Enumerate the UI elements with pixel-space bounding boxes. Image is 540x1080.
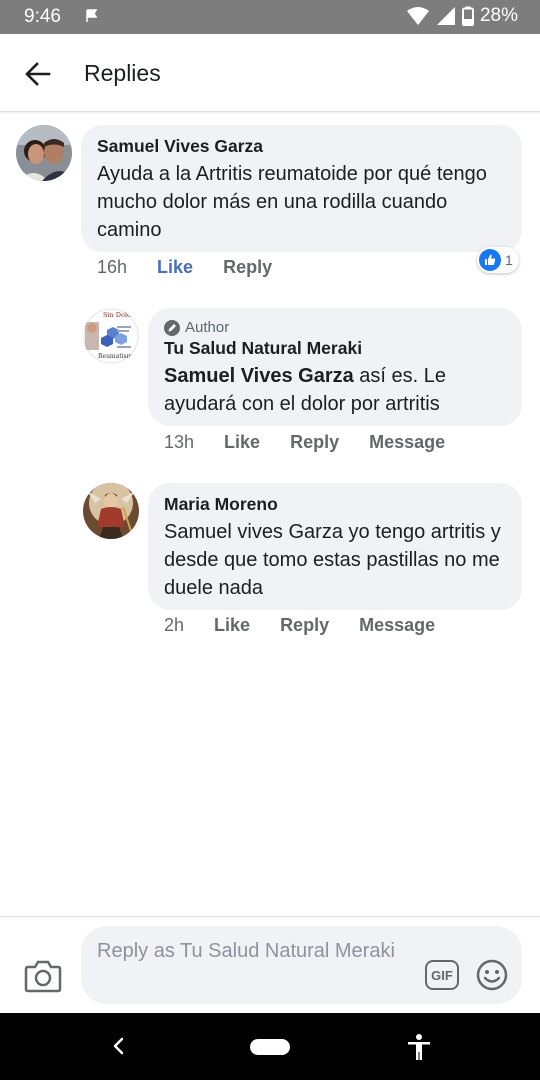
avatar-logo-text: Sin Dolor <box>103 311 135 319</box>
status-indicators: 28% <box>406 5 518 27</box>
comment-author[interactable]: Maria Moreno <box>164 493 506 515</box>
comment-author[interactable]: Tu Salud Natural Meraki <box>164 337 506 359</box>
avatar-image <box>83 483 139 539</box>
comment-actions: 16h Like Reply <box>97 257 302 278</box>
comment-time: 2h <box>164 615 185 635</box>
page-title: Replies <box>84 60 161 86</box>
reply-composer: Reply as Tu Salud Natural Meraki GIF <box>0 916 540 1013</box>
comment-actions: 2h Like Reply Message <box>164 615 465 636</box>
comment-actions: 13h Like Reply Message <box>164 432 475 453</box>
status-time: 9:46 <box>24 6 61 27</box>
arrow-left-icon <box>25 62 51 86</box>
gif-button[interactable]: GIF <box>425 960 459 990</box>
comment-text: Samuel vives Garza yo tengo artritis y d… <box>164 521 501 599</box>
back-button[interactable] <box>18 54 58 94</box>
mention-link[interactable]: Samuel Vives Garza <box>164 365 354 387</box>
comment-text: Ayuda a la Artritis reumatoide por qué t… <box>97 163 487 241</box>
reply-button[interactable]: Reply <box>280 615 329 636</box>
avatar-image <box>16 125 72 181</box>
nav-back-icon[interactable] <box>108 1035 130 1057</box>
reaction-count: 1 <box>505 252 513 268</box>
like-button[interactable]: Like <box>214 615 250 636</box>
system-nav-bar <box>0 1013 540 1080</box>
camera-icon <box>24 960 62 993</box>
avatar[interactable] <box>16 125 72 181</box>
accessibility-icon[interactable] <box>406 1033 432 1061</box>
comment-bubble[interactable]: Maria Moreno Samuel vives Garza yo tengo… <box>148 483 522 610</box>
comment-bubble[interactable]: Author Tu Salud Natural Meraki Samuel Vi… <box>148 308 522 426</box>
message-button[interactable]: Message <box>369 432 445 453</box>
comment-author[interactable]: Samuel Vives Garza <box>97 135 506 157</box>
reply-button[interactable]: Reply <box>290 432 339 453</box>
author-badge: Author <box>164 319 506 337</box>
reply-input-placeholder: Reply as Tu Salud Natural Meraki <box>97 940 395 962</box>
pencil-icon <box>164 320 180 336</box>
avatar-image: Sin Dolor Reumatismo <box>83 308 139 364</box>
comment-text: Samuel Vives Garza así es. Le ayudará co… <box>164 362 506 418</box>
like-button[interactable]: Like <box>157 257 193 278</box>
reply-button[interactable]: Reply <box>223 257 272 278</box>
avatar[interactable] <box>83 483 139 539</box>
camera-button[interactable] <box>24 959 64 995</box>
comment-time: 16h <box>97 257 128 277</box>
reply-input[interactable]: Reply as Tu Salud Natural Meraki GIF <box>81 926 522 1004</box>
comment-time: 13h <box>164 432 195 452</box>
signal-icon <box>436 7 455 25</box>
reaction-count-badge[interactable]: 1 <box>477 247 519 273</box>
avatar-logo-subtext: Reumatismo <box>98 353 136 360</box>
status-bar: 9:46 28% <box>0 0 540 34</box>
app-header: Replies <box>0 34 540 112</box>
thumbs-up-icon <box>479 249 501 271</box>
wifi-icon <box>406 7 429 25</box>
message-button[interactable]: Message <box>359 615 435 636</box>
avatar[interactable]: Sin Dolor Reumatismo <box>83 308 139 364</box>
like-button[interactable]: Like <box>224 432 260 453</box>
battery-icon <box>461 6 474 26</box>
notification-flag-icon <box>86 9 98 22</box>
author-badge-label: Author <box>185 319 230 336</box>
smiley-icon[interactable] <box>476 959 508 991</box>
nav-home-pill[interactable] <box>250 1039 290 1055</box>
comment-bubble[interactable]: Samuel Vives Garza Ayuda a la Artritis r… <box>81 125 522 252</box>
battery-percent: 28% <box>479 5 518 26</box>
